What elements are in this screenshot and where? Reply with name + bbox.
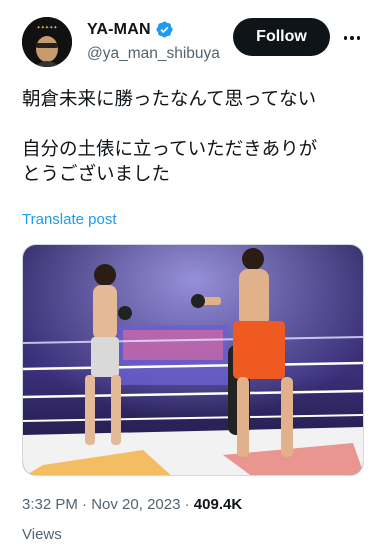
tweet-paragraph: 自分の土俵に立っていただきありが とうございました [22, 139, 318, 185]
more-dot [343, 36, 348, 40]
translate-post-link[interactable]: Translate post [22, 211, 117, 228]
avatar-portrait-icon: ✦✦✦✦✦ [22, 17, 72, 67]
meta-separator: · [77, 496, 92, 513]
tweet-meta: 3:32 PM · Nov 20, 2023 · 409.4K [22, 496, 242, 513]
tweet-text: 朝倉未来に勝ったなんて思ってない 自分の土俵に立っていただきありが とうございま… [22, 87, 372, 212]
display-name[interactable]: YA-MAN [87, 21, 151, 39]
more-options-icon[interactable] [340, 26, 364, 50]
tweet-paragraph: 朝倉未来に勝ったなんて思ってない [22, 89, 317, 110]
verified-badge-icon [156, 21, 173, 38]
svg-text:✦✦✦✦✦: ✦✦✦✦✦ [37, 25, 58, 31]
tweet-card: ✦✦✦✦✦ YA-MAN @ya_man_shibuya Follow 朝倉未来… [0, 0, 382, 552]
meta-separator: · [180, 496, 194, 513]
fight-photo [23, 245, 363, 475]
avatar[interactable]: ✦✦✦✦✦ [22, 17, 72, 67]
tweet-media-image[interactable] [22, 244, 364, 476]
author-name-row: YA-MAN [87, 20, 174, 39]
author-handle[interactable]: @ya_man_shibuya [87, 45, 223, 63]
post-time[interactable]: 3:32 PM [22, 496, 78, 513]
more-dot [356, 36, 361, 40]
follow-button[interactable]: Follow [233, 18, 330, 56]
more-dot [350, 36, 354, 40]
views-count: 409.4K [193, 496, 243, 513]
post-date[interactable]: Nov 20, 2023 [91, 496, 180, 513]
views-label: Views [22, 526, 62, 543]
